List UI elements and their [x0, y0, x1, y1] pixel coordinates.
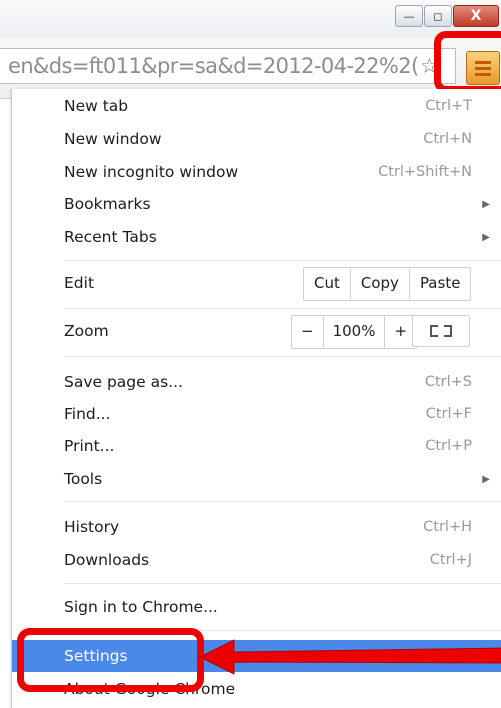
submenu-arrow-icon: ▶ — [482, 473, 490, 485]
menu-item-downloads[interactable]: Downloads Ctrl+J — [12, 544, 501, 576]
zoom-label: Zoom — [64, 322, 109, 340]
menu-item-label: Print... — [64, 437, 115, 455]
address-bar[interactable]: en&ds=ft011&pr=sa&d=2012-04-22%2( ☆ — [0, 48, 456, 84]
menu-item-shortcut: Ctrl+N — [423, 131, 472, 147]
menu-item-label: History — [64, 518, 120, 536]
menu-item-shortcut: Ctrl+F — [425, 406, 472, 422]
window-controls: — ◻ X — [394, 5, 499, 27]
menu-item-label: New incognito window — [64, 163, 239, 181]
menu-item-new-window[interactable]: New window Ctrl+N — [12, 123, 501, 155]
paste-button[interactable]: Paste — [408, 268, 471, 300]
minimize-icon: — — [403, 9, 415, 23]
maximize-button[interactable]: ◻ — [424, 5, 452, 27]
annotation-box-settings — [17, 628, 204, 692]
close-button[interactable]: X — [453, 5, 499, 27]
menu-item-label: New tab — [64, 97, 129, 115]
maximize-icon: ◻ — [433, 9, 443, 23]
menu-divider — [64, 583, 501, 584]
cut-button[interactable]: Cut — [304, 268, 350, 300]
address-bar-url[interactable]: en&ds=ft011&pr=sa&d=2012-04-22%2( — [8, 54, 426, 78]
edit-button-group: Cut Copy Paste — [303, 267, 472, 301]
annotation-arrow-icon — [198, 639, 501, 675]
title-bar: — ◻ X — [0, 0, 501, 38]
menu-item-label: Downloads — [64, 551, 150, 569]
submenu-arrow-icon: ▶ — [482, 198, 490, 210]
menu-item-new-tab[interactable]: New tab Ctrl+T — [12, 90, 501, 122]
menu-item-recent-tabs[interactable]: Recent Tabs ▶ — [12, 221, 501, 253]
menu-item-label: Recent Tabs — [64, 228, 157, 246]
menu-divider — [64, 308, 501, 309]
menu-item-new-incognito-window[interactable]: New incognito window Ctrl+Shift+N — [12, 156, 501, 188]
menu-item-sign-in[interactable]: Sign in to Chrome... — [12, 591, 501, 623]
minimize-button[interactable]: — — [395, 5, 423, 27]
fullscreen-button[interactable] — [412, 315, 470, 347]
menu-item-shortcut: Ctrl+T — [425, 98, 472, 114]
menu-item-shortcut: Ctrl+Shift+N — [378, 164, 472, 180]
menu-item-bookmarks[interactable]: Bookmarks ▶ — [12, 188, 501, 220]
chrome-menu: New tab Ctrl+T New window Ctrl+N New inc… — [11, 89, 501, 708]
zoom-out-button[interactable]: − — [292, 316, 323, 348]
zoom-level: 100% — [322, 316, 385, 348]
menu-item-tools[interactable]: Tools ▶ — [12, 463, 501, 495]
annotation-box-menu-button — [434, 31, 501, 93]
edit-label: Edit — [64, 274, 95, 292]
menu-divider — [64, 260, 501, 261]
menu-item-shortcut: Ctrl+S — [424, 374, 472, 390]
menu-item-label: Save page as... — [64, 373, 183, 391]
menu-item-label: Bookmarks — [64, 195, 151, 213]
menu-item-label: Tools — [64, 470, 103, 488]
menu-item-shortcut: Ctrl+P — [425, 438, 472, 454]
menu-item-history[interactable]: History Ctrl+H — [12, 511, 501, 543]
zoom-controls: − 100% + — [291, 315, 418, 349]
copy-button[interactable]: Copy — [349, 268, 409, 300]
menu-item-print[interactable]: Print... Ctrl+P — [12, 430, 501, 462]
close-icon: X — [470, 8, 482, 24]
menu-divider — [64, 501, 501, 502]
menu-item-find[interactable]: Find... Ctrl+F — [12, 398, 501, 430]
menu-item-label: New window — [64, 130, 162, 148]
menu-item-shortcut: Ctrl+J — [429, 552, 472, 568]
menu-item-label: Find... — [64, 405, 111, 423]
menu-item-save-page-as[interactable]: Save page as... Ctrl+S — [12, 366, 501, 398]
menu-item-label: Sign in to Chrome... — [64, 598, 218, 616]
menu-item-shortcut: Ctrl+H — [423, 519, 472, 535]
menu-divider — [64, 356, 501, 357]
submenu-arrow-icon: ▶ — [482, 231, 490, 243]
